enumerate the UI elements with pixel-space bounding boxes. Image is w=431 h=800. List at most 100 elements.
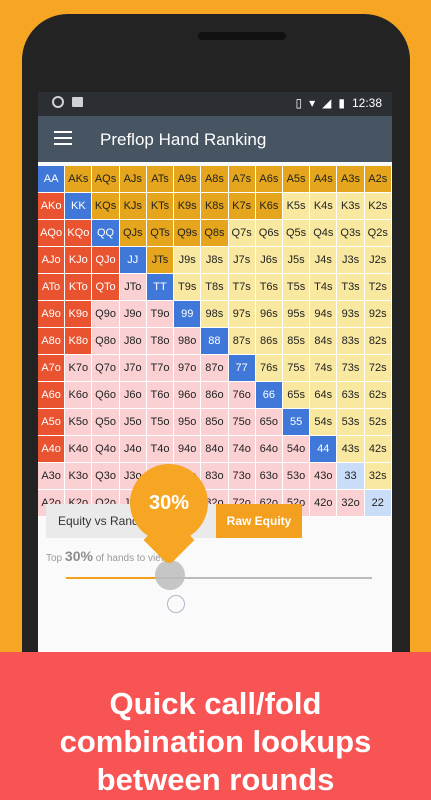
hand-cell[interactable]: J7o xyxy=(119,355,147,382)
hand-cell[interactable]: 64s xyxy=(310,382,338,409)
hand-cell[interactable]: ATs xyxy=(146,166,175,193)
hand-cell[interactable]: Q7o xyxy=(92,355,120,382)
hand-cell[interactable]: 62s xyxy=(364,382,392,409)
hand-cell[interactable]: J3s xyxy=(337,247,365,274)
hand-cell[interactable]: QTs xyxy=(146,220,175,247)
hand-cell[interactable]: Q2s xyxy=(364,220,392,247)
hand-cell[interactable]: 53o xyxy=(282,463,311,490)
hand-cell[interactable]: 94o xyxy=(174,436,202,463)
hand-cell[interactable]: K9s xyxy=(174,193,202,220)
hand-cell[interactable]: KJs xyxy=(119,193,147,220)
hand-cell[interactable]: JJ xyxy=(119,247,147,274)
hand-cell[interactable]: 55 xyxy=(282,409,311,436)
hand-cell[interactable]: 53s xyxy=(337,409,365,436)
hand-cell[interactable]: AQs xyxy=(92,166,120,193)
hand-cell[interactable]: A7o xyxy=(38,355,66,382)
hand-cell[interactable]: A5o xyxy=(38,409,66,436)
hand-cell[interactable]: J7s xyxy=(228,247,256,274)
hand-cell[interactable]: 84s xyxy=(310,328,338,355)
hand-cell[interactable]: K4o xyxy=(65,436,93,463)
hand-cell[interactable]: Q4s xyxy=(310,220,338,247)
hand-cell[interactable]: J2s xyxy=(364,247,392,274)
hand-cell[interactable]: K6o xyxy=(65,382,93,409)
hand-cell[interactable]: 75s xyxy=(282,355,311,382)
hand-cell[interactable]: QJs xyxy=(119,220,147,247)
hand-cell[interactable]: 95o xyxy=(174,409,202,436)
hand-cell[interactable]: A8o xyxy=(38,328,66,355)
hand-cell[interactable]: ATo xyxy=(38,274,66,301)
hand-cell[interactable]: QTo xyxy=(92,274,120,301)
hand-cell[interactable]: AKs xyxy=(65,166,93,193)
hand-cell[interactable]: QJo xyxy=(92,247,120,274)
hand-cell[interactable]: T6s xyxy=(255,274,283,301)
hand-cell[interactable]: K8o xyxy=(65,328,93,355)
hand-cell[interactable]: K4s xyxy=(310,193,338,220)
hand-cell[interactable]: 97o xyxy=(174,355,202,382)
hand-cell[interactable]: Q6o xyxy=(92,382,120,409)
hand-cell[interactable]: 83s xyxy=(337,328,365,355)
hand-cell[interactable]: JTo xyxy=(119,274,147,301)
hand-cell[interactable]: A5s xyxy=(282,166,311,193)
hand-cell[interactable]: KTo xyxy=(65,274,93,301)
hand-cell[interactable]: 43s xyxy=(337,436,365,463)
hand-cell[interactable]: Q5s xyxy=(282,220,311,247)
hand-cell[interactable]: KQo xyxy=(65,220,93,247)
hand-cell[interactable]: J4s xyxy=(310,247,338,274)
hand-cell[interactable]: 76o xyxy=(228,382,256,409)
hand-cell[interactable]: T5s xyxy=(282,274,311,301)
hand-cell[interactable]: A9o xyxy=(38,301,66,328)
hand-cell[interactable]: J6s xyxy=(255,247,283,274)
hand-cell[interactable]: J9s xyxy=(174,247,202,274)
hand-cell[interactable]: 74o xyxy=(228,436,256,463)
hand-cell[interactable]: J5s xyxy=(282,247,311,274)
hand-cell[interactable]: A2s xyxy=(364,166,392,193)
hand-cell[interactable]: 63o xyxy=(255,463,283,490)
hand-cell[interactable]: J5o xyxy=(119,409,147,436)
hand-cell[interactable]: T7o xyxy=(146,355,175,382)
hand-cell[interactable]: T7s xyxy=(228,274,256,301)
hand-cell[interactable]: 42o xyxy=(310,490,338,517)
hand-cell[interactable]: A6s xyxy=(255,166,283,193)
hand-cell[interactable]: 85o xyxy=(201,409,229,436)
hand-cell[interactable]: 73o xyxy=(228,463,256,490)
hand-cell[interactable]: 96s xyxy=(255,301,283,328)
hand-cell[interactable]: 74s xyxy=(310,355,338,382)
hands-slider[interactable] xyxy=(66,577,372,579)
hand-cell[interactable]: A6o xyxy=(38,382,66,409)
hand-cell[interactable]: KTs xyxy=(146,193,175,220)
hand-cell[interactable]: AJo xyxy=(38,247,66,274)
hand-cell[interactable]: T9o xyxy=(146,301,175,328)
hand-cell[interactable]: 98o xyxy=(174,328,202,355)
hand-cell[interactable]: Q4o xyxy=(92,436,120,463)
hand-cell[interactable]: 65o xyxy=(255,409,283,436)
hand-cell[interactable]: T4o xyxy=(146,436,175,463)
hand-cell[interactable]: 87s xyxy=(228,328,256,355)
hand-cell[interactable]: 72s xyxy=(364,355,392,382)
hand-cell[interactable]: Q7s xyxy=(228,220,256,247)
hand-cell[interactable]: 42s xyxy=(364,436,392,463)
hand-cell[interactable]: KJo xyxy=(65,247,93,274)
hand-cell[interactable]: 63s xyxy=(337,382,365,409)
hand-cell[interactable]: 85s xyxy=(282,328,311,355)
hand-cell[interactable]: 54s xyxy=(310,409,338,436)
hand-cell[interactable]: 82s xyxy=(364,328,392,355)
hand-cell[interactable]: 95s xyxy=(282,301,311,328)
hand-cell[interactable]: A4s xyxy=(310,166,338,193)
hand-cell[interactable]: 65s xyxy=(282,382,311,409)
hand-cell[interactable]: Q8o xyxy=(92,328,120,355)
hand-cell[interactable]: 83o xyxy=(201,463,229,490)
hand-cell[interactable]: K7s xyxy=(228,193,256,220)
hand-cell[interactable]: JTs xyxy=(146,247,175,274)
slider-thumb[interactable] xyxy=(155,560,185,590)
hand-cell[interactable]: 43o xyxy=(310,463,338,490)
hand-cell[interactable]: T5o xyxy=(146,409,175,436)
hand-cell[interactable]: KK xyxy=(65,193,93,220)
hand-cell[interactable]: 64o xyxy=(255,436,283,463)
hand-cell[interactable]: Q9s xyxy=(174,220,202,247)
hand-cell[interactable]: 94s xyxy=(310,301,338,328)
hand-cell[interactable]: T2s xyxy=(364,274,392,301)
hand-cell[interactable]: Q3s xyxy=(337,220,365,247)
hand-cell[interactable]: T6o xyxy=(146,382,175,409)
hand-cell[interactable]: AJs xyxy=(119,166,147,193)
hand-cell[interactable]: 33 xyxy=(337,463,365,490)
